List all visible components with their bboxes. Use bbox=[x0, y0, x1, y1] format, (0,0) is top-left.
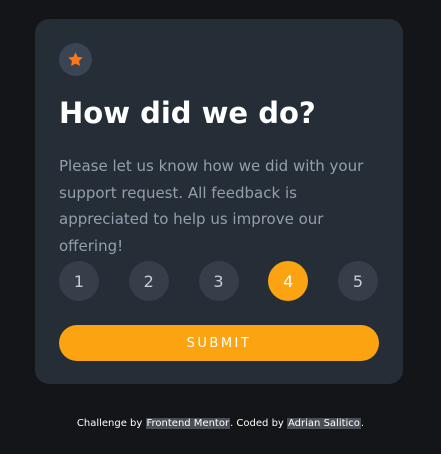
submit-button[interactable]: SUBMIT bbox=[59, 325, 379, 361]
rating-card: How did we do? Please let us know how we… bbox=[35, 19, 403, 384]
attribution-suffix: . bbox=[360, 418, 365, 429]
card-description: Please let us know how we did with your … bbox=[59, 157, 364, 255]
star-icon bbox=[59, 43, 92, 76]
attribution-prefix: Challenge by bbox=[76, 418, 146, 429]
rating-button-5[interactable]: 5 bbox=[338, 261, 378, 301]
rating-button-4[interactable]: 4 bbox=[268, 261, 309, 301]
rating-options: 1 2 3 4 5 bbox=[59, 261, 378, 301]
rating-button-2[interactable]: 2 bbox=[128, 261, 169, 301]
frontend-mentor-link[interactable]: Frontend Mentor bbox=[145, 418, 231, 429]
attribution: Challenge by Frontend Mentor. Coded by A… bbox=[0, 417, 441, 431]
star-icon-glyph bbox=[68, 52, 83, 67]
author-link[interactable]: Adrian Salitico bbox=[287, 418, 361, 429]
card-title: How did we do? bbox=[59, 96, 316, 130]
rating-button-1[interactable]: 1 bbox=[59, 261, 99, 301]
attribution-middle: . Coded by bbox=[230, 418, 288, 429]
rating-button-3[interactable]: 3 bbox=[198, 261, 239, 301]
